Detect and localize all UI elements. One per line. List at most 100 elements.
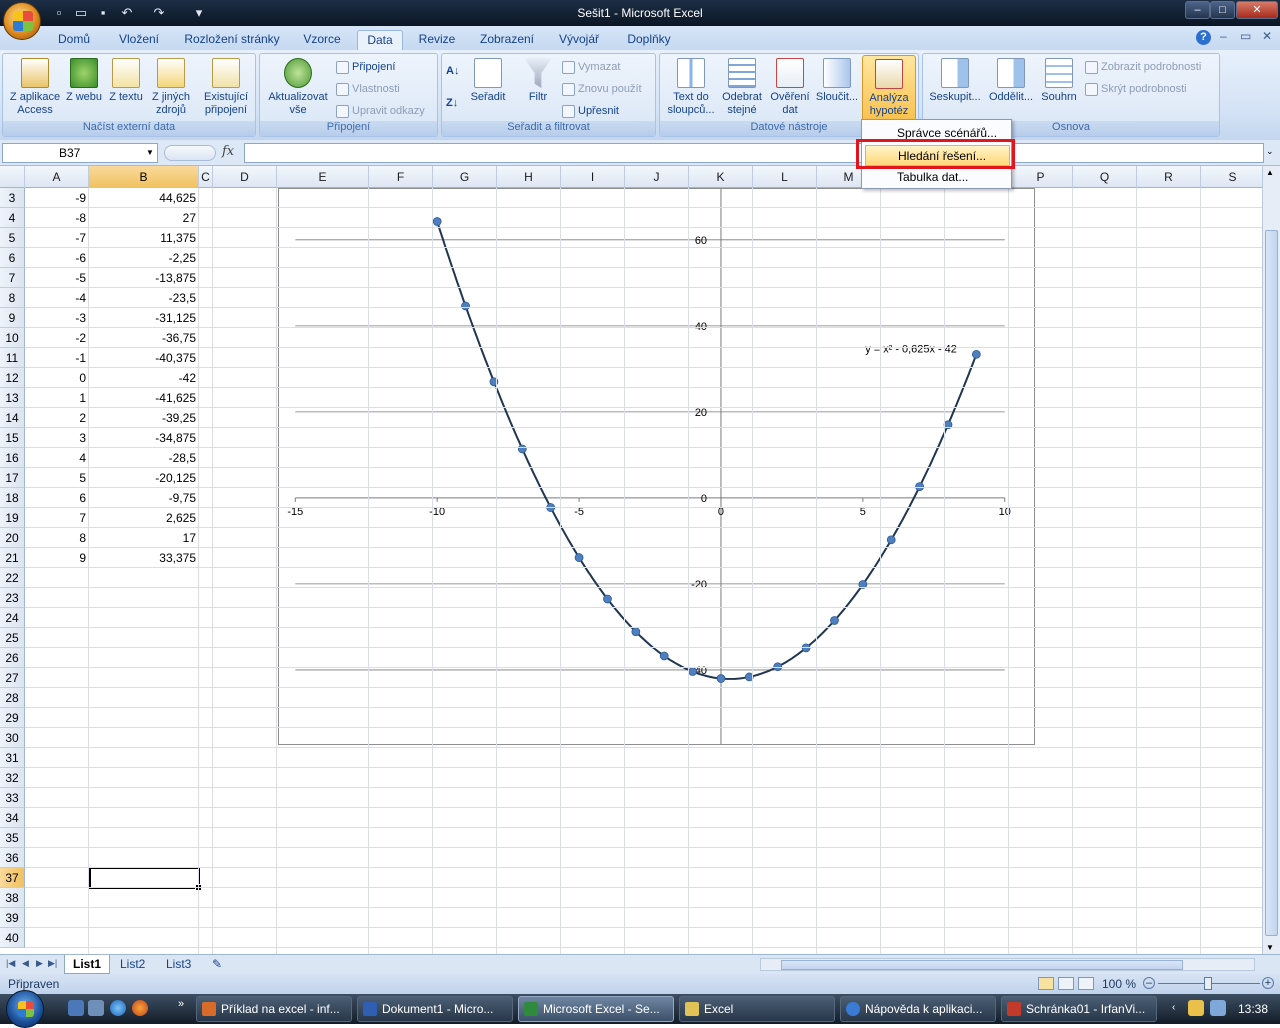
row-header-9[interactable]: 9 (0, 308, 25, 328)
group-button[interactable]: Seskupit... (927, 58, 983, 104)
remove-duplicates-button[interactable]: Odebrat stejné (718, 58, 766, 117)
row-header-21[interactable]: 21 (0, 548, 25, 568)
row-header-13[interactable]: 13 (0, 388, 25, 408)
row-header-26[interactable]: 26 (0, 648, 25, 668)
tab-review[interactable]: Revize (414, 30, 460, 50)
tab-home[interactable]: Domů (50, 30, 98, 50)
vertical-scrollbar[interactable]: ▲ ▼ (1262, 166, 1280, 954)
row-header-35[interactable]: 35 (0, 828, 25, 848)
formula-input[interactable] (244, 143, 1264, 163)
row-header-25[interactable]: 25 (0, 628, 25, 648)
cell-b3[interactable]: 44,625 (90, 188, 196, 208)
from-text-button[interactable]: Z textu (107, 58, 145, 104)
row-header-7[interactable]: 7 (0, 268, 25, 288)
cell-a11[interactable]: -1 (25, 348, 86, 368)
first-sheet-icon[interactable]: |◀ (6, 958, 15, 969)
workbook-close-icon[interactable]: ✕ (1262, 29, 1272, 43)
cell-a9[interactable]: -3 (25, 308, 86, 328)
row-header-18[interactable]: 18 (0, 488, 25, 508)
row-header-3[interactable]: 3 (0, 188, 25, 208)
column-header-f[interactable]: F (369, 166, 433, 188)
row-header-34[interactable]: 34 (0, 808, 25, 828)
page-break-view-icon[interactable] (1078, 977, 1094, 990)
column-header-h[interactable]: H (497, 166, 561, 188)
last-sheet-icon[interactable]: ▶| (48, 958, 57, 969)
quicklaunch-more-icon[interactable]: » (178, 998, 184, 1010)
close-button[interactable]: ✕ (1236, 1, 1278, 19)
column-header-g[interactable]: G (433, 166, 497, 188)
column-header-a[interactable]: A (25, 166, 89, 188)
column-header-k[interactable]: K (689, 166, 753, 188)
cell-a20[interactable]: 8 (25, 528, 86, 548)
tab-view[interactable]: Zobrazení (473, 30, 541, 50)
name-box-dropdown-icon[interactable]: ▼ (146, 148, 154, 157)
reapply-button[interactable]: Znovu použít (562, 80, 642, 98)
row-header-36[interactable]: 36 (0, 848, 25, 868)
next-sheet-icon[interactable]: ▶ (36, 958, 43, 969)
cell-b11[interactable]: -40,375 (90, 348, 196, 368)
help-icon[interactable]: ? (1196, 30, 1211, 45)
cell-a13[interactable]: 1 (25, 388, 86, 408)
column-header-c[interactable]: C (199, 166, 213, 188)
cell-a3[interactable]: -9 (25, 188, 86, 208)
column-header-b[interactable]: B (89, 166, 199, 188)
cell-a5[interactable]: -7 (25, 228, 86, 248)
row-header-30[interactable]: 30 (0, 728, 25, 748)
internet-explorer-icon[interactable] (110, 1000, 126, 1016)
row-header-28[interactable]: 28 (0, 688, 25, 708)
taskbar-item-excel[interactable]: Microsoft Excel - Se... (518, 996, 674, 1022)
sheet-tab-list2[interactable]: List2 (112, 955, 153, 974)
show-desktop-icon[interactable] (68, 1000, 84, 1016)
ribbon-minimize-icon[interactable]: – (1220, 29, 1227, 43)
column-header-p[interactable]: P (1009, 166, 1073, 188)
ungroup-button[interactable]: Oddělit... (985, 58, 1037, 104)
cell-b21[interactable]: 33,375 (90, 548, 196, 568)
cell-a16[interactable]: 4 (25, 448, 86, 468)
edit-links-button[interactable]: Upravit odkazy (336, 102, 425, 120)
cell-a12[interactable]: 0 (25, 368, 86, 388)
show-detail-button[interactable]: Zobrazit podrobnosti (1085, 58, 1201, 76)
scroll-down-icon[interactable]: ▼ (1266, 943, 1274, 952)
zoom-slider-thumb[interactable] (1204, 977, 1212, 990)
zoom-level[interactable]: 100 % (1102, 977, 1136, 991)
column-header-l[interactable]: L (753, 166, 817, 188)
row-header-17[interactable]: 17 (0, 468, 25, 488)
maximize-button[interactable]: □ (1210, 1, 1235, 19)
row-header-12[interactable]: 12 (0, 368, 25, 388)
from-web-button[interactable]: Z webu (65, 58, 103, 104)
formula-bar-handle[interactable] (164, 145, 216, 161)
column-header-q[interactable]: Q (1073, 166, 1137, 188)
row-header-20[interactable]: 20 (0, 528, 25, 548)
cell-b7[interactable]: -13,875 (90, 268, 196, 288)
hide-detail-button[interactable]: Skrýt podrobnosti (1085, 80, 1187, 98)
cell-b12[interactable]: -42 (90, 368, 196, 388)
taskbar-item-help[interactable]: Nápověda k aplikaci... (840, 996, 996, 1022)
office-button[interactable] (3, 2, 41, 40)
cell-a21[interactable]: 9 (25, 548, 86, 568)
row-header-5[interactable]: 5 (0, 228, 25, 248)
cell-b17[interactable]: -20,125 (90, 468, 196, 488)
horizontal-scrollbar[interactable] (760, 958, 1255, 971)
cell-b18[interactable]: -9,75 (90, 488, 196, 508)
row-header-29[interactable]: 29 (0, 708, 25, 728)
cell-b16[interactable]: -28,5 (90, 448, 196, 468)
row-header-6[interactable]: 6 (0, 248, 25, 268)
cell-b14[interactable]: -39,25 (90, 408, 196, 428)
row-header-39[interactable]: 39 (0, 908, 25, 928)
zoom-in-icon[interactable]: + (1262, 977, 1274, 989)
cell-b8[interactable]: -23,5 (90, 288, 196, 308)
worksheet-grid[interactable]: ABCDEFGHIJKLMNOPQRS 34567891011121314151… (0, 166, 1262, 954)
formula-expand-icon[interactable]: ⌄ (1266, 146, 1274, 157)
row-header-15[interactable]: 15 (0, 428, 25, 448)
active-cell-b37[interactable] (89, 867, 202, 891)
row-header-19[interactable]: 19 (0, 508, 25, 528)
sort-za-icon[interactable]: Z↓ (446, 94, 458, 112)
refresh-all-button[interactable]: Aktualizovat vše (264, 58, 332, 117)
text-to-columns-button[interactable]: Text do sloupců... (664, 58, 718, 117)
filter-button[interactable]: Filtr (520, 58, 556, 104)
row-header-24[interactable]: 24 (0, 608, 25, 628)
cell-a14[interactable]: 2 (25, 408, 86, 428)
cell-a6[interactable]: -6 (25, 248, 86, 268)
tray-network-icon[interactable] (1210, 1000, 1226, 1016)
taskbar-item-word[interactable]: Dokument1 - Micro... (357, 996, 513, 1022)
